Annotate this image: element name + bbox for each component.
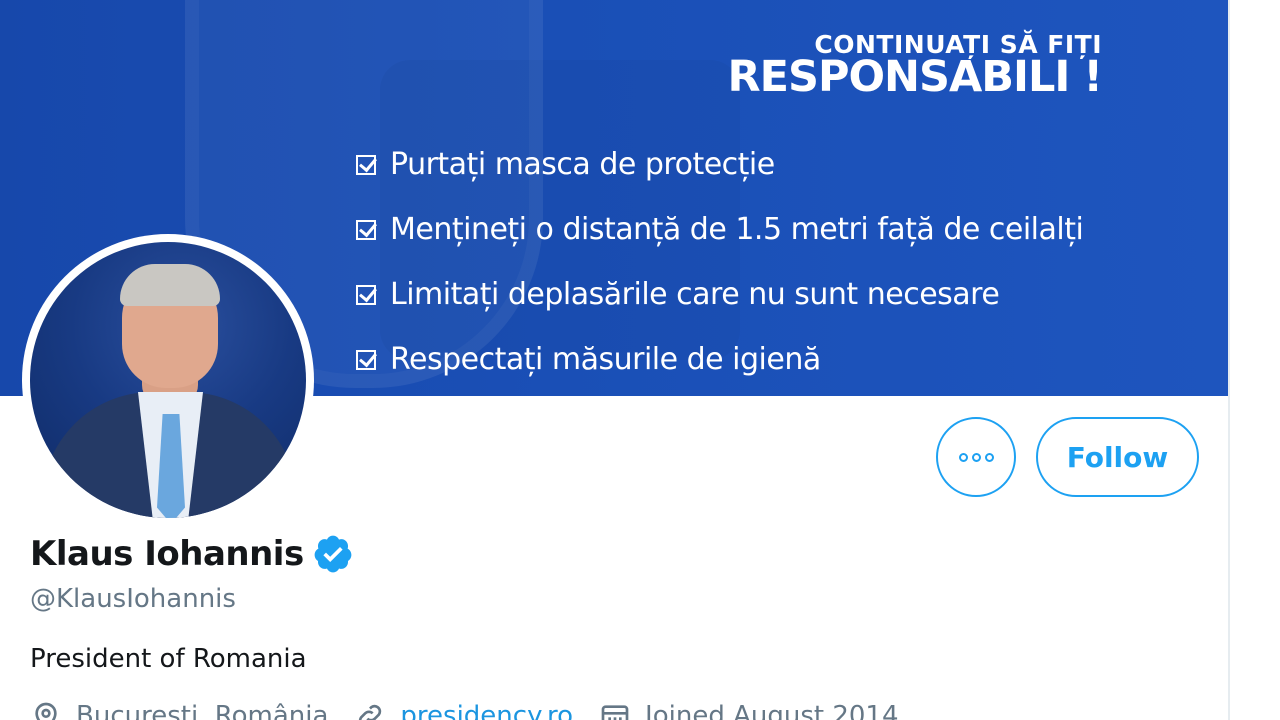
profile-meta-row: București, România presidency.ro Joined … bbox=[30, 700, 925, 720]
follow-button[interactable]: Follow bbox=[1036, 417, 1199, 497]
checkbox-icon bbox=[356, 284, 376, 305]
profile-page: CONTINUAȚI SĂ FIȚI RESPONSABILI ! Purtaț… bbox=[0, 0, 1280, 720]
verified-badge-icon[interactable] bbox=[312, 533, 354, 575]
avatar-hair bbox=[120, 264, 220, 306]
banner-checklist-item: Purtați masca de protecție bbox=[356, 132, 1083, 197]
checkbox-icon bbox=[356, 349, 376, 370]
banner-checklist-text: Mențineți o distanță de 1.5 metri față d… bbox=[390, 212, 1084, 247]
banner-checklist-text: Purtați masca de protecție bbox=[390, 147, 775, 182]
profile-website[interactable]: presidency.ro bbox=[354, 700, 573, 720]
profile-location-text: București, România bbox=[76, 701, 329, 720]
profile-name-row: Klaus Iohannis bbox=[30, 533, 354, 575]
banner-checklist-text: Limitați deplasările care nu sunt necesa… bbox=[390, 277, 1000, 312]
profile-name: Klaus Iohannis bbox=[30, 534, 304, 574]
banner-checklist-text: Respectați măsurile de igienă bbox=[390, 342, 821, 377]
avatar-photo bbox=[30, 242, 306, 518]
column-divider bbox=[1228, 0, 1230, 720]
banner-checklist-item: Respectați măsurile de igienă bbox=[356, 327, 1083, 392]
banner-heading-line2: RESPONSABILI ! bbox=[727, 52, 1103, 102]
location-pin-icon bbox=[35, 702, 57, 720]
profile-joined-text: Joined August 2014 bbox=[645, 701, 899, 720]
more-options-button[interactable] bbox=[936, 417, 1016, 497]
profile-website-link[interactable]: presidency.ro bbox=[400, 701, 573, 720]
profile-handle: @KlausIohannis bbox=[30, 584, 236, 614]
checkbox-icon bbox=[356, 219, 376, 240]
checkbox-icon bbox=[356, 154, 376, 175]
banner-checklist-item: Limitați deplasările care nu sunt necesa… bbox=[356, 262, 1083, 327]
banner-checklist: Purtați masca de protecție Mențineți o d… bbox=[356, 132, 1084, 392]
more-options-icon bbox=[984, 452, 994, 462]
profile-bio: President of Romania bbox=[30, 644, 307, 674]
more-options-icon bbox=[958, 452, 968, 462]
profile-joined: Joined August 2014 bbox=[599, 700, 899, 720]
link-icon bbox=[359, 704, 382, 720]
more-options-icon bbox=[971, 452, 981, 462]
calendar-icon bbox=[601, 705, 629, 720]
avatar[interactable] bbox=[22, 234, 314, 526]
profile-location: București, România bbox=[30, 700, 328, 720]
banner-checklist-item: Mențineți o distanță de 1.5 metri față d… bbox=[356, 197, 1084, 262]
